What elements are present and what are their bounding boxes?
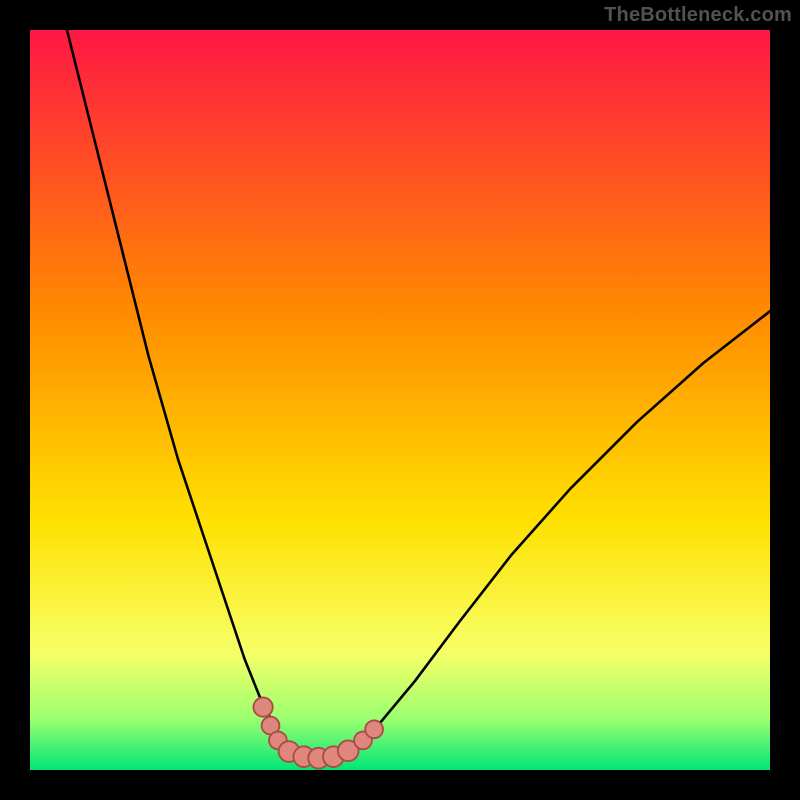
highlight-dots: [253, 697, 383, 768]
highlight-dot: [253, 697, 272, 716]
highlight-dot: [365, 720, 383, 738]
bottleneck-curve: [67, 30, 770, 758]
curve-path: [67, 30, 770, 758]
watermark-text: TheBottleneck.com: [604, 4, 792, 27]
plot-area: [30, 30, 770, 770]
chart-stage: TheBottleneck.com: [0, 0, 800, 800]
curve-layer: [30, 30, 770, 770]
